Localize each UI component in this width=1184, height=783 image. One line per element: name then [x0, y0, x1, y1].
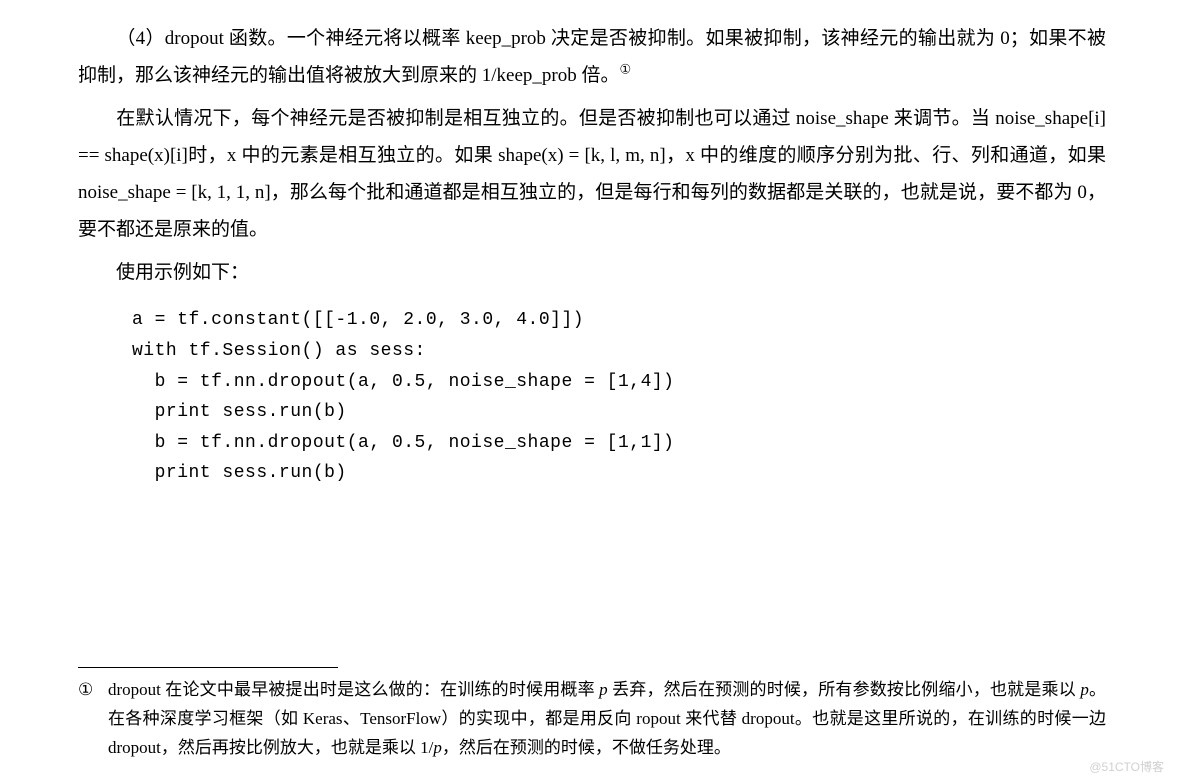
- footnote-text: dropout 在论文中最早被提出时是这么做的：在训练的时候用概率 p 丢弃，然…: [108, 676, 1106, 763]
- footnote-seg-4: ，然后在预测的时候，不做任务处理。: [442, 738, 731, 757]
- footnote-seg-1: dropout 在论文中最早被提出时是这么做的：在训练的时候用概率: [108, 680, 599, 699]
- footnote-area: ① dropout 在论文中最早被提出时是这么做的：在训练的时候用概率 p 丢弃…: [78, 667, 1106, 763]
- paragraph-2-text: 在默认情况下，每个神经元是否被抑制是相互独立的。但是否被抑制也可以通过 nois…: [78, 108, 1106, 240]
- paragraph-2: 在默认情况下，每个神经元是否被抑制是相互独立的。但是否被抑制也可以通过 nois…: [78, 100, 1106, 248]
- footnote-italic-p-2: p: [1080, 680, 1089, 699]
- footnote-separator: [78, 667, 338, 668]
- paragraph-1: （4）dropout 函数。一个神经元将以概率 keep_prob 决定是否被抑…: [78, 20, 1106, 94]
- watermark: @51CTO博客: [1089, 756, 1164, 779]
- code-example: a = tf.constant([[-1.0, 2.0, 3.0, 4.0]])…: [132, 305, 1106, 489]
- footnote-seg-2: 丢弃，然后在预测的时候，所有参数按比例缩小，也就是乘以: [608, 680, 1081, 699]
- footnote-row: ① dropout 在论文中最早被提出时是这么做的：在训练的时候用概率 p 丢弃…: [78, 676, 1106, 763]
- paragraph-1-text: （4）dropout 函数。一个神经元将以概率 keep_prob 决定是否被抑…: [78, 28, 1106, 86]
- footnote-italic-p-1: p: [599, 680, 608, 699]
- footnote-reference-mark: ①: [619, 62, 631, 77]
- footnote-number: ①: [78, 676, 108, 705]
- paragraph-3-text: 使用示例如下：: [116, 262, 249, 283]
- paragraph-3: 使用示例如下：: [78, 254, 1106, 291]
- footnote-italic-p-3: p: [433, 738, 442, 757]
